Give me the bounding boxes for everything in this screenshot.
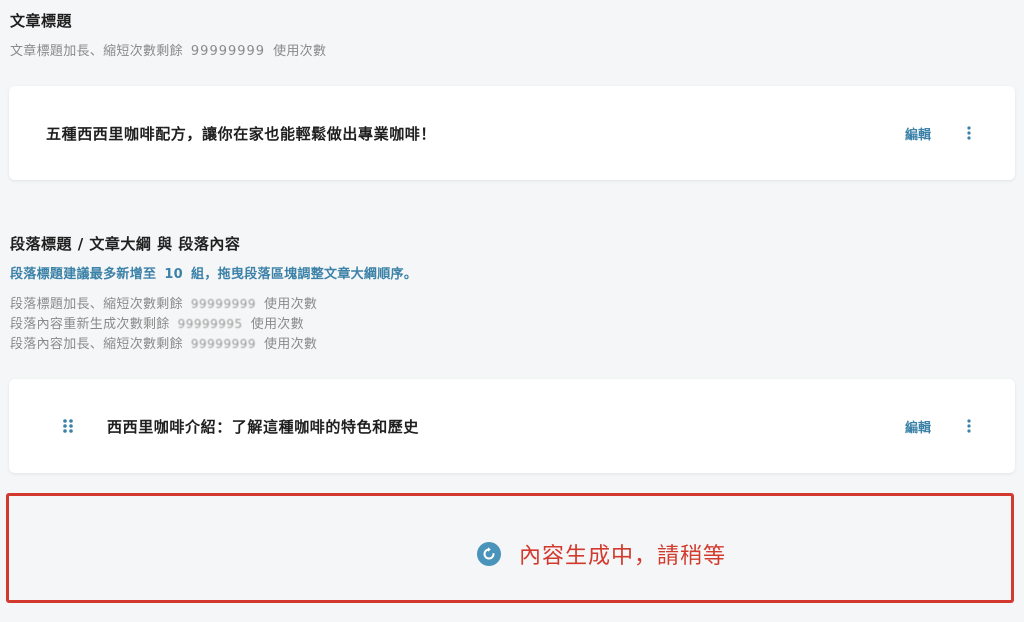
outline-usage-line: 段落內容加長、縮短次數剩餘 99999999 使用次數 xyxy=(10,333,317,352)
loading-text: 內容生成中，請稍等 xyxy=(519,544,727,569)
hint-suffix: 組，拖曳段落區塊調整文章大綱順序。 xyxy=(191,267,418,282)
drag-handle-icon[interactable] xyxy=(61,417,75,435)
usage-suffix: 使用次數 xyxy=(263,297,318,312)
usage-count: 99999999 xyxy=(190,337,256,351)
title-usage-suffix: 使用次數 xyxy=(273,44,327,59)
outline-hint: 段落標題建議最多新增至 10 組，拖曳段落區塊調整文章大綱順序。 xyxy=(10,263,417,282)
usage-suffix: 使用次數 xyxy=(263,337,318,352)
usage-count: 99999999 xyxy=(190,297,256,311)
usage-prefix: 段落標題加長、縮短次數剩餘 xyxy=(10,297,183,312)
usage-suffix: 使用次數 xyxy=(250,317,304,332)
hint-count: 10 xyxy=(164,267,184,282)
page: 文章標題 文章標題加長、縮短次數剩餘 99999999 使用次數 五種西西里咖啡配方… xyxy=(0,0,1024,622)
edit-title-button[interactable]: 編輯 xyxy=(905,124,931,143)
edit-outline-button[interactable]: 編輯 xyxy=(905,417,931,436)
hint-prefix: 段落標題建議最多新增至 xyxy=(10,267,157,282)
title-usage-count: 99999999 xyxy=(190,44,266,59)
loading-panel: 內容生成中，請稍等 xyxy=(6,493,1014,603)
refresh-icon xyxy=(477,542,501,566)
outline-usage-line: 段落內容重新生成次數剩餘 99999995 使用次數 xyxy=(10,313,304,332)
outline-heading: 段落標題 / 文章大綱 與 段落內容 xyxy=(10,235,241,253)
usage-prefix: 段落內容加長、縮短次數剩餘 xyxy=(10,337,183,352)
article-title-text: 五種西西里咖啡配方，讓你在家也能輕鬆做出專業咖啡！ xyxy=(46,125,437,143)
loading-indicator: 內容生成中，請稍等 xyxy=(477,538,726,570)
more-options-icon[interactable] xyxy=(961,124,977,142)
article-title-card: 五種西西里咖啡配方，讓你在家也能輕鬆做出專業咖啡！ 編輯 xyxy=(9,86,1015,180)
article-title-heading: 文章標題 xyxy=(10,12,73,30)
more-options-icon[interactable] xyxy=(961,417,977,435)
usage-count: 99999995 xyxy=(177,317,243,331)
outline-item-card[interactable]: 西西里咖啡介紹：了解這種咖啡的特色和歷史 編輯 xyxy=(9,379,1015,473)
title-usage-prefix: 文章標題加長、縮短次數剩餘 xyxy=(10,44,183,59)
outline-item-text: 西西里咖啡介紹：了解這種咖啡的特色和歷史 xyxy=(107,418,420,436)
title-usage-line: 文章標題加長、縮短次數剩餘 99999999 使用次數 xyxy=(10,40,326,59)
outline-usage-line: 段落標題加長、縮短次數剩餘 99999999 使用次數 xyxy=(10,293,317,312)
usage-prefix: 段落內容重新生成次數剩餘 xyxy=(10,317,170,332)
